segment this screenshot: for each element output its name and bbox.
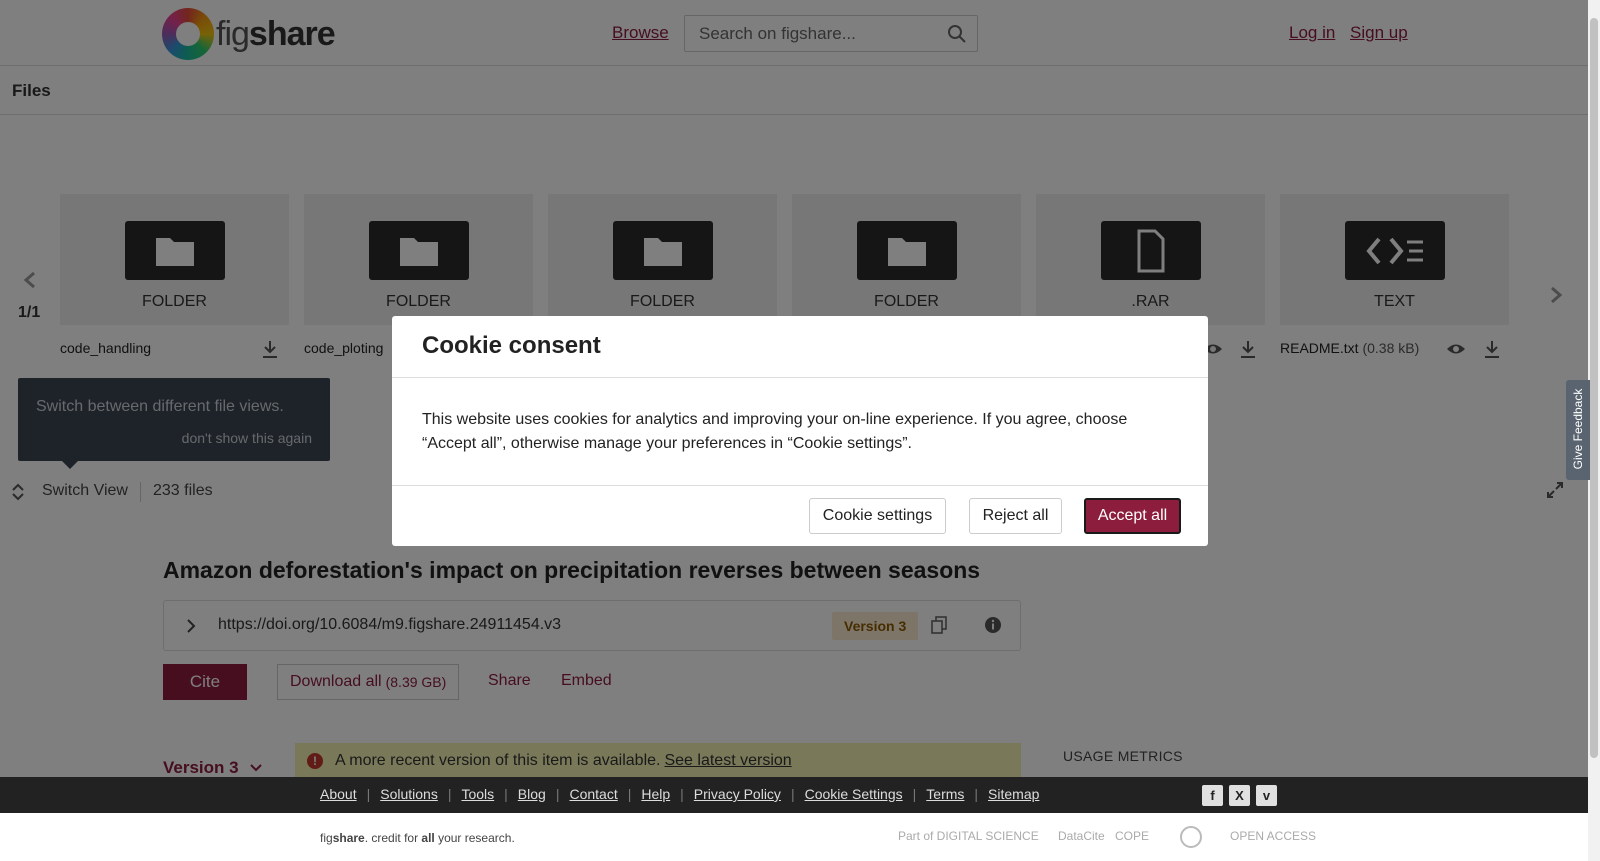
dialog-title: Cookie consent	[422, 332, 601, 359]
scrollbar-thumb[interactable]	[1590, 18, 1598, 758]
dialog-body: This website uses cookies for analytics …	[422, 411, 1128, 452]
dialog-header: Cookie consent	[392, 316, 1208, 378]
seal-icon[interactable]	[1180, 826, 1202, 848]
accept-all-button[interactable]: Accept all	[1084, 498, 1181, 534]
open-access-logo[interactable]: OPEN ACCESS	[1230, 829, 1316, 843]
reject-all-button[interactable]: Reject all	[969, 498, 1062, 534]
vimeo-icon[interactable]: v	[1256, 785, 1277, 806]
footer-link-tools[interactable]: Tools	[461, 786, 494, 802]
footer-link-about[interactable]: About	[320, 786, 357, 802]
footer-link-privacy[interactable]: Privacy Policy	[694, 786, 781, 802]
x-twitter-icon[interactable]: X	[1229, 785, 1250, 806]
feedback-label: Give Feedback	[1571, 388, 1585, 470]
footer-link-solutions[interactable]: Solutions	[380, 786, 438, 802]
digital-science-logo[interactable]: Part of DIGITAL SCIENCE	[898, 829, 1039, 843]
footer-bottom: figshare. credit for all your research. …	[0, 813, 1588, 861]
facebook-icon[interactable]: f	[1202, 785, 1223, 806]
footer-link-terms[interactable]: Terms	[926, 786, 964, 802]
dialog-footer: Cookie settings Reject all Accept all	[392, 485, 1208, 546]
footer-link-help[interactable]: Help	[641, 786, 670, 802]
footer-link-sitemap[interactable]: Sitemap	[988, 786, 1039, 802]
give-feedback-tab[interactable]: Give Feedback	[1566, 380, 1590, 480]
footer-nav: About | Solutions | Tools | Blog | Contact | …	[320, 786, 1040, 802]
footer-link-blog[interactable]: Blog	[518, 786, 546, 802]
footer-link-contact[interactable]: Contact	[569, 786, 617, 802]
footer-tagline: figshare. credit for all your research.	[320, 831, 515, 845]
cope-logo[interactable]: COPE	[1115, 829, 1149, 843]
cookie-consent-dialog: Cookie consent This website uses cookies…	[392, 316, 1208, 546]
datacite-logo[interactable]: DataCite	[1058, 829, 1105, 843]
cookie-settings-button[interactable]: Cookie settings	[809, 498, 946, 534]
footer-nav-bar: About | Solutions | Tools | Blog | Contact | …	[0, 777, 1588, 813]
footer-link-cookie-settings[interactable]: Cookie Settings	[805, 786, 903, 802]
